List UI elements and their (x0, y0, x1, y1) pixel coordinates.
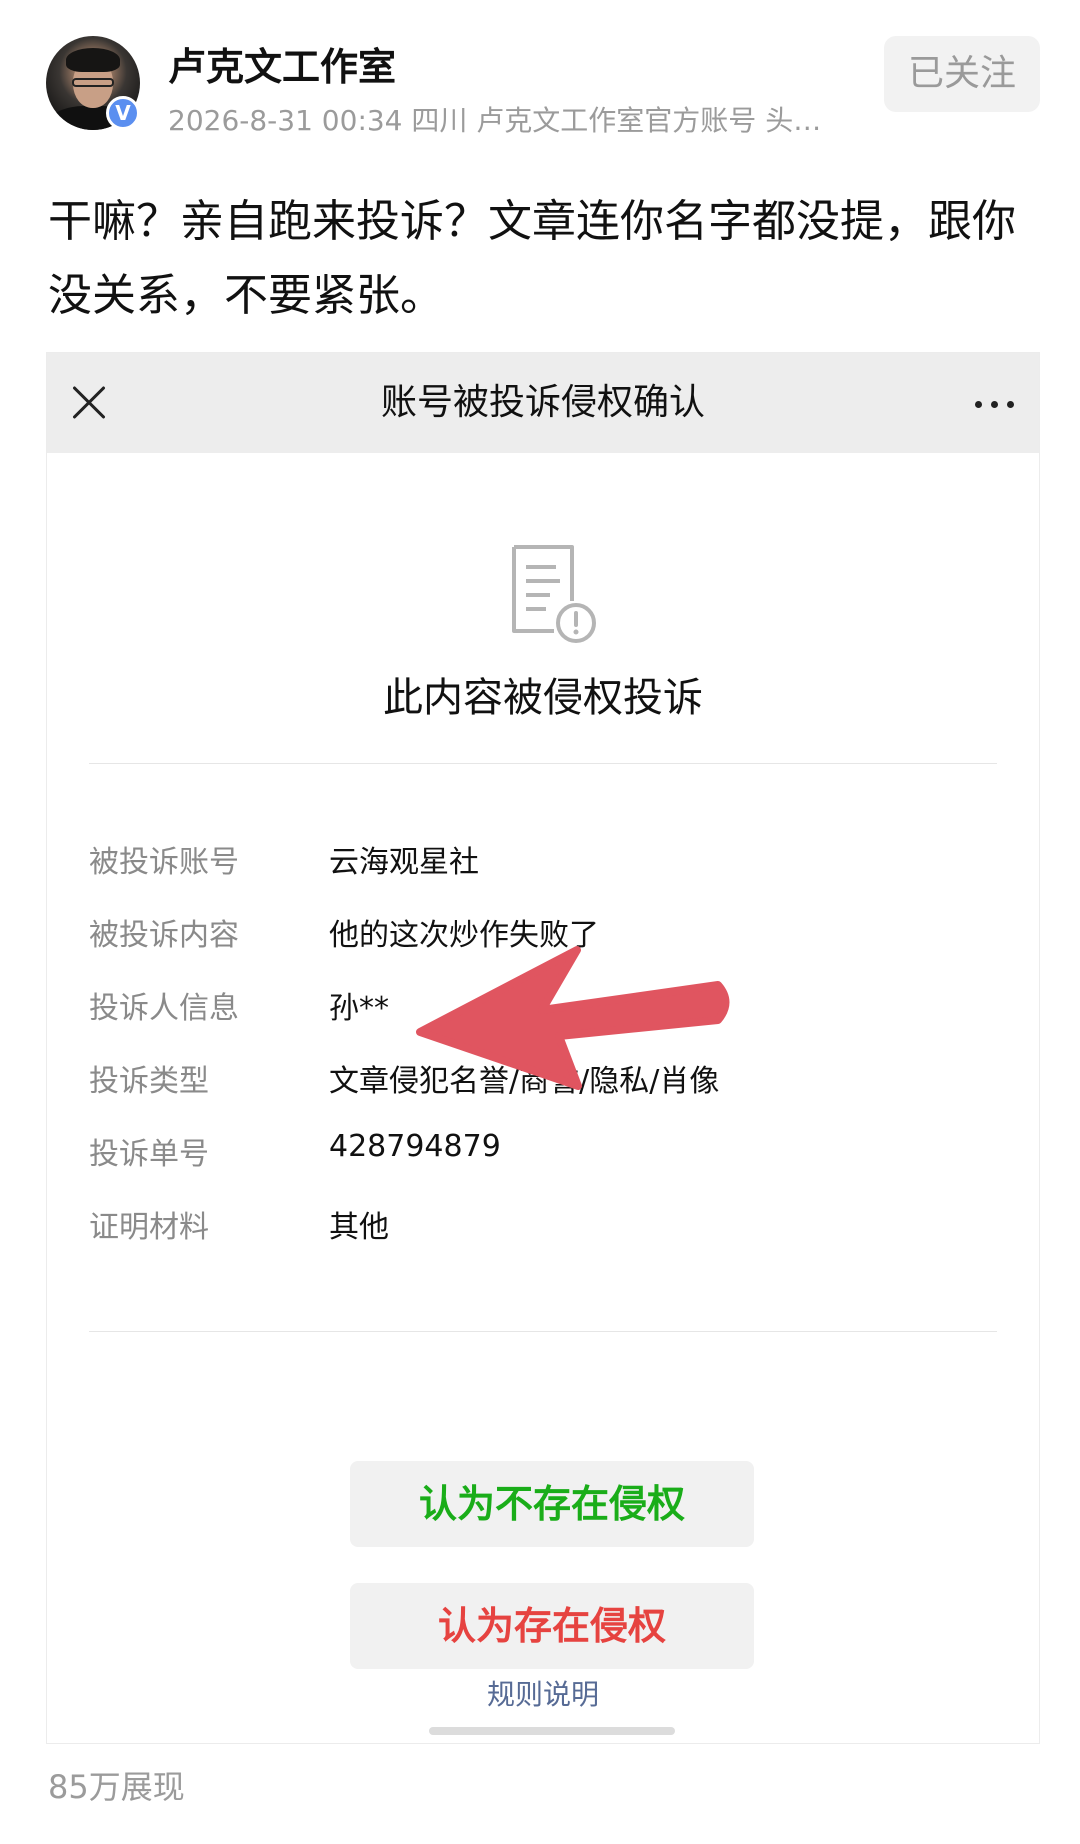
screenshot-title: 账号被投诉侵权确认 (380, 382, 705, 423)
detail-label: 投诉类型 (89, 1064, 209, 1099)
detail-value: 他的这次炒作失败了 (329, 918, 599, 953)
more-icon[interactable] (973, 389, 1017, 419)
detail-value: 孙** (329, 991, 389, 1026)
divider-bottom (89, 1331, 997, 1332)
avatar-glasses (72, 78, 114, 87)
follow-button[interactable]: 已关注 (884, 36, 1040, 112)
author-name[interactable]: 卢克文工作室 (168, 36, 396, 91)
detail-label: 被投诉内容 (89, 918, 239, 953)
view-count: 85万展现 (48, 1768, 185, 1806)
detail-value: 文章侵犯名誉/商誉/隐私/肖像 (329, 1064, 720, 1099)
screenshot-title-bar: 账号被投诉侵权确认 (47, 353, 1039, 453)
detail-value: 其他 (329, 1210, 389, 1245)
detail-row-complainant: 投诉人信息 孙** (89, 983, 989, 1033)
verified-badge-icon: V (106, 96, 140, 130)
infringing-button[interactable]: 认为存在侵权 (350, 1583, 754, 1669)
home-indicator (429, 1727, 675, 1735)
embedded-screenshot: 账号被投诉侵权确认 此内容被侵权投诉 被投诉账号 云海观星社 被投诉内容 他的这… (46, 352, 1040, 1744)
detail-row-account: 被投诉账号 云海观星社 (89, 837, 989, 887)
avatar-hair (66, 48, 120, 72)
detail-label: 被投诉账号 (89, 845, 239, 880)
complaint-heading: 此内容被侵权投诉 (383, 675, 703, 721)
post-text: 干嘛？亲自跑来投诉？文章连你名字都没提，跟你没关系，不要紧张。 (48, 196, 1016, 321)
detail-value: 428794879 (329, 1129, 501, 1164)
detail-row-ticket: 投诉单号 428794879 (89, 1129, 989, 1179)
detail-label: 投诉单号 (89, 1137, 209, 1172)
detail-value: 云海观星社 (329, 845, 479, 880)
document-warning-icon (512, 545, 596, 643)
post-header: V 卢克文工作室 2026-8-31 00:34 四川 卢克文工作室官方账号 头… (0, 0, 1080, 150)
detail-label: 投诉人信息 (89, 991, 239, 1026)
rules-link[interactable]: 规则说明 (47, 1673, 1039, 1713)
detail-row-content: 被投诉内容 他的这次炒作失败了 (89, 910, 989, 960)
divider-top (89, 763, 997, 764)
not-infringing-button[interactable]: 认为不存在侵权 (350, 1461, 754, 1547)
close-icon[interactable] (69, 383, 109, 423)
post-meta: 2026-8-31 00:34 四川 卢克文工作室官方账号 头… (168, 104, 822, 137)
detail-row-evidence: 证明材料 其他 (89, 1202, 989, 1252)
detail-row-type: 投诉类型 文章侵犯名誉/商誉/隐私/肖像 (89, 1056, 989, 1106)
detail-label: 证明材料 (89, 1210, 209, 1245)
